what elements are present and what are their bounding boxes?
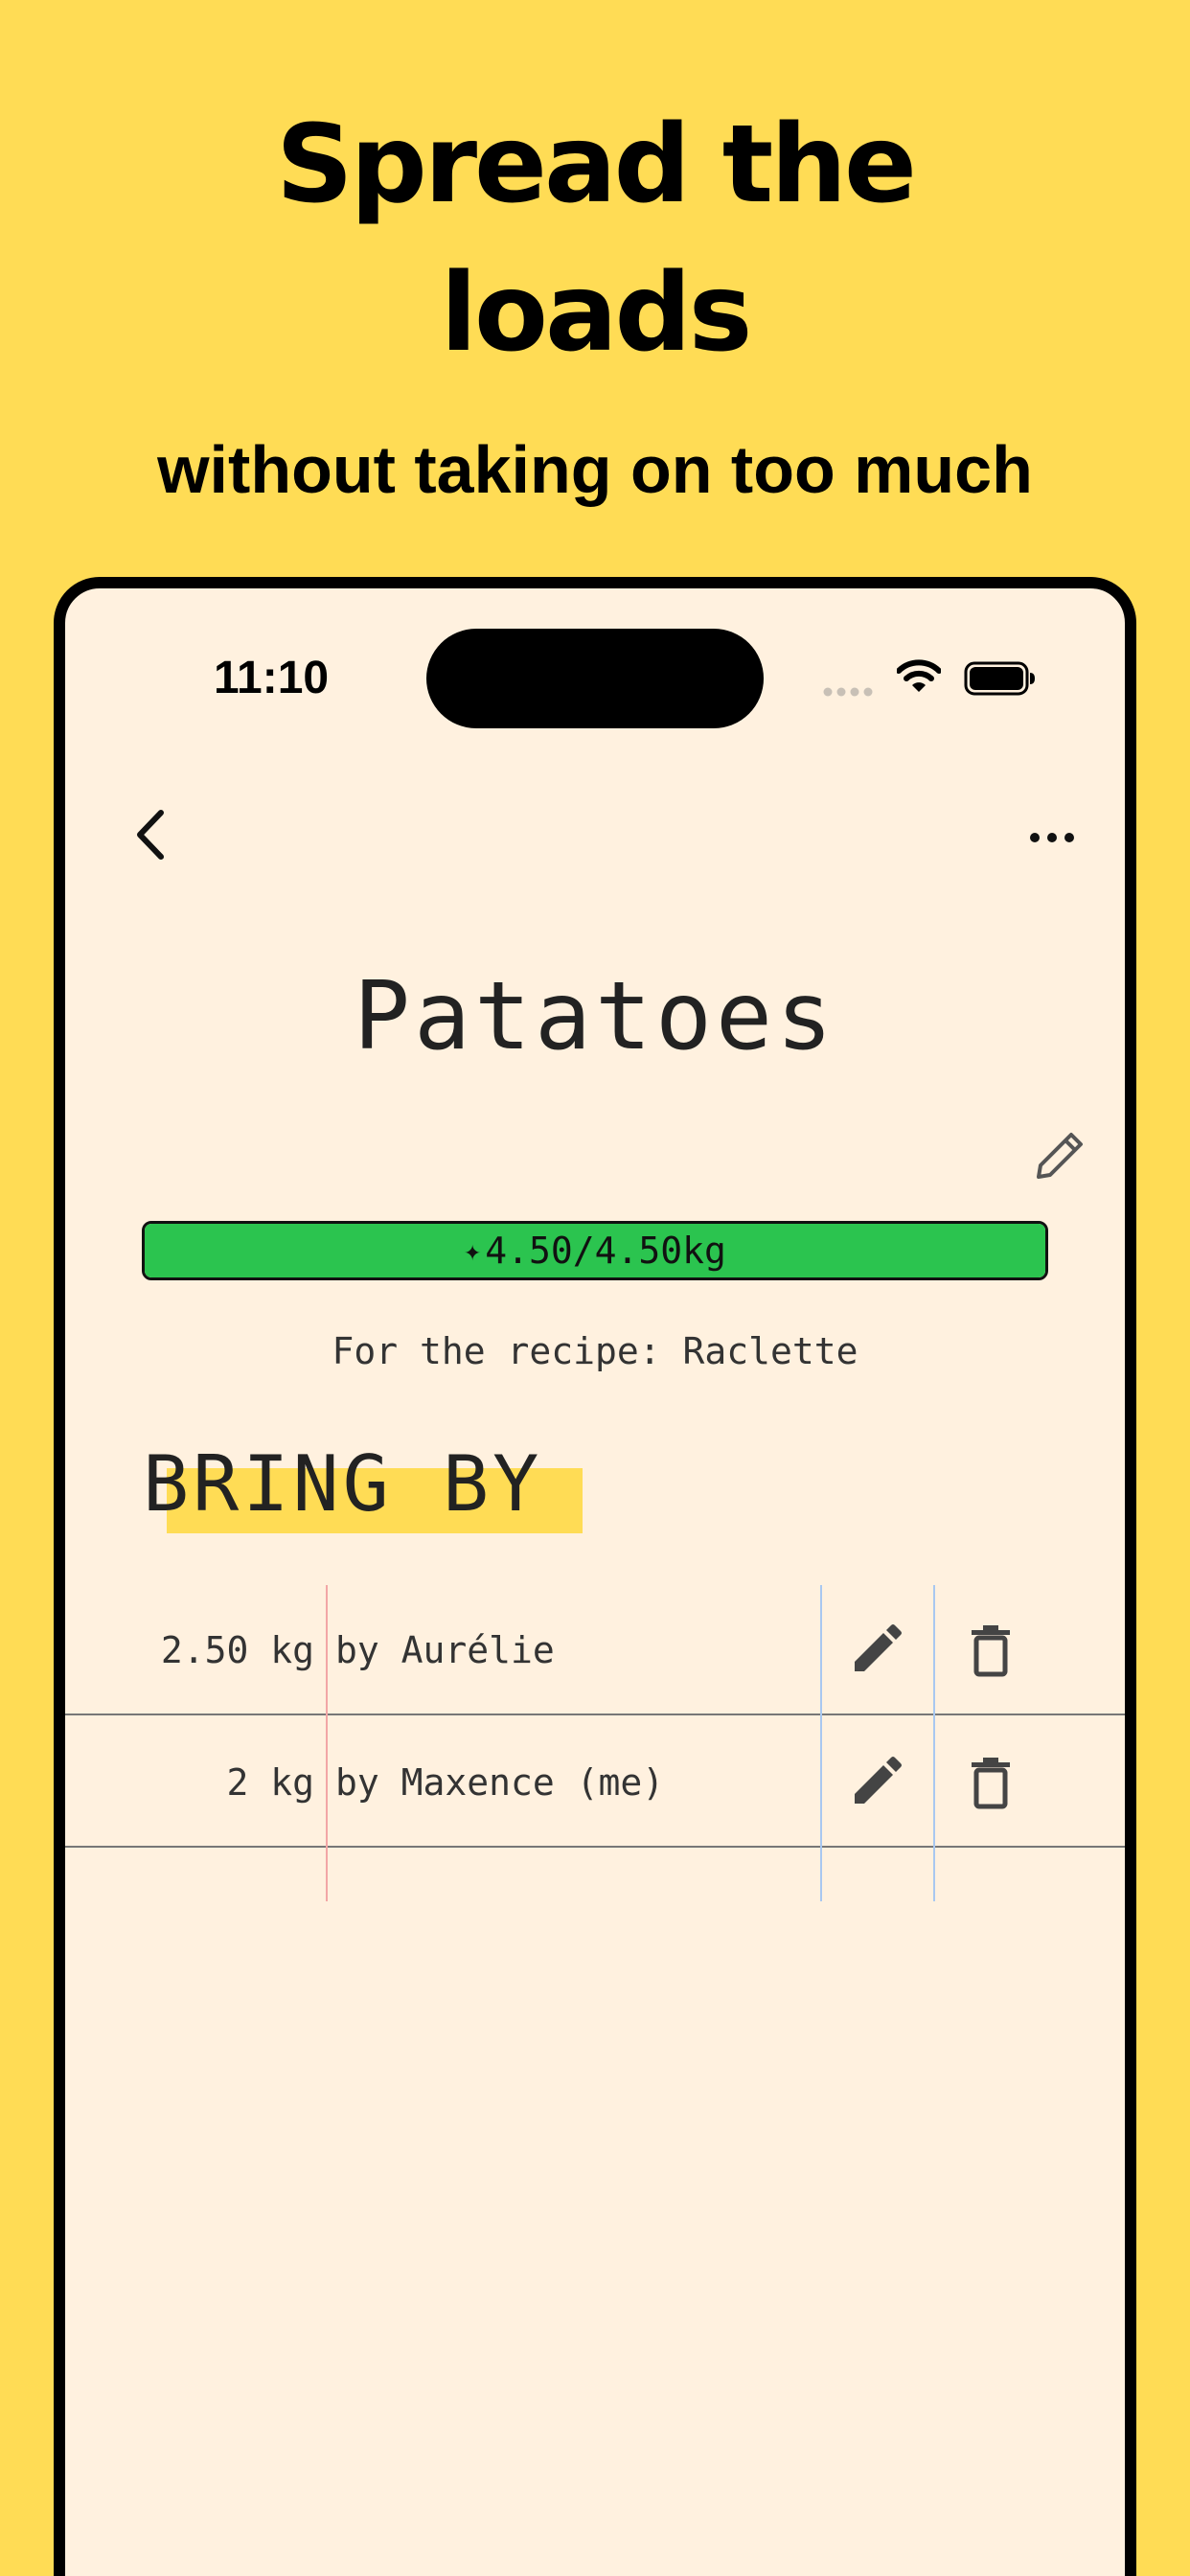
progress-text: 4.50/4.50kg bbox=[485, 1230, 726, 1272]
wifi-icon bbox=[897, 659, 941, 692]
table-row: 2.50 kg by Aurélie bbox=[65, 1585, 1125, 1715]
phone-frame: 11:10 Patatoes ✦ 4.50/4.50kg For the rec… bbox=[54, 577, 1136, 2576]
trash-icon[interactable] bbox=[962, 1622, 1019, 1679]
contributions-table: 2.50 kg by Aurélie 2 kg by Maxence (me) bbox=[65, 1585, 1125, 1901]
quantity-progress-bar: ✦ 4.50/4.50kg bbox=[142, 1221, 1048, 1280]
promo-headline: Spread the loads bbox=[0, 91, 1190, 388]
pencil-icon[interactable] bbox=[847, 1622, 904, 1679]
margin-line bbox=[326, 1585, 328, 1901]
pencil-icon[interactable] bbox=[1029, 1125, 1090, 1186]
promo-headline-line1: Spread the bbox=[275, 103, 917, 227]
progress-label: ✦ 4.50/4.50kg bbox=[145, 1224, 1045, 1277]
row-quantity: 2 kg bbox=[226, 1761, 314, 1804]
column-divider bbox=[820, 1585, 822, 1901]
page-title: Patatoes bbox=[353, 962, 836, 1071]
column-divider bbox=[933, 1585, 935, 1901]
trash-icon[interactable] bbox=[962, 1754, 1019, 1811]
table-row: 2 kg by Maxence (me) bbox=[65, 1717, 1125, 1848]
dynamic-island bbox=[426, 629, 764, 728]
more-horizontal-icon[interactable] bbox=[1023, 809, 1081, 866]
row-person: by Maxence (me) bbox=[335, 1761, 665, 1804]
row-person: by Aurélie bbox=[335, 1629, 555, 1671]
section-title: BRING BY bbox=[143, 1439, 543, 1529]
pencil-icon[interactable] bbox=[847, 1754, 904, 1811]
chevron-left-icon[interactable] bbox=[119, 801, 186, 868]
promo-subheadline: without taking on too much bbox=[157, 432, 1033, 507]
recipe-line: For the recipe: Raclette bbox=[332, 1330, 858, 1372]
signal-icon bbox=[823, 687, 873, 697]
status-time: 11:10 bbox=[214, 653, 330, 703]
promo-headline-line2: loads bbox=[440, 251, 753, 376]
sparkle-icon: ✦ bbox=[464, 1233, 482, 1268]
battery-icon bbox=[964, 661, 1035, 696]
row-quantity: 2.50 kg bbox=[160, 1629, 314, 1671]
